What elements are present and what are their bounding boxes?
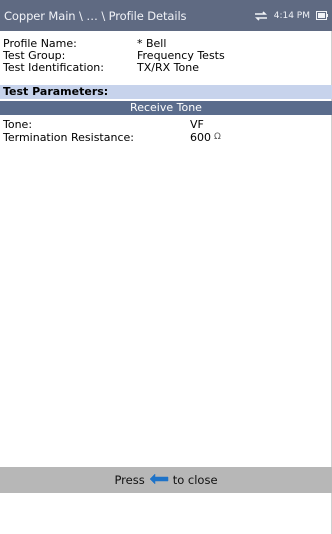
profile-info: Profile Name: * Bell Test Group: Frequen… (3, 38, 323, 74)
test-identification-label: Test Identification: (3, 61, 104, 74)
title-bar: Copper Main \ … \ Profile Details 4:14 P… (0, 0, 332, 31)
battery-icon (316, 11, 328, 20)
termination-resistance-value: 600 Ω (190, 131, 221, 144)
usb-connection-icon (254, 10, 267, 21)
tone-label: Tone: (3, 118, 33, 131)
test-identification-value: TX/RX Tone (137, 61, 199, 74)
termination-resistance-row: Termination Resistance: 600 Ω (3, 131, 221, 144)
tone-value-text: VF (190, 118, 204, 131)
termination-resistance-value-text: 600 (190, 131, 211, 144)
test-parameters-heading: Test Parameters: (0, 85, 332, 99)
close-label: to close (172, 473, 218, 487)
page-title: Copper Main \ … \ Profile Details (4, 8, 187, 23)
tone-value: VF (190, 118, 204, 131)
press-label: Press (114, 473, 145, 487)
clock-time: 4:14 PM (273, 10, 310, 21)
profile-details-screen: Copper Main \ … \ Profile Details 4:14 P… (0, 0, 332, 534)
close-hint-bar[interactable]: Press to close (0, 467, 332, 493)
ohm-unit: Ω (214, 132, 221, 142)
back-arrow-icon (149, 474, 168, 485)
test-identification-row: Test Identification: TX/RX Tone (3, 62, 323, 74)
termination-resistance-label: Termination Resistance: (3, 131, 134, 144)
status-area: 4:14 PM (254, 11, 328, 21)
receive-tone-subheading: Receive Tone (0, 101, 332, 115)
tone-param-row: Tone: VF (3, 118, 204, 131)
